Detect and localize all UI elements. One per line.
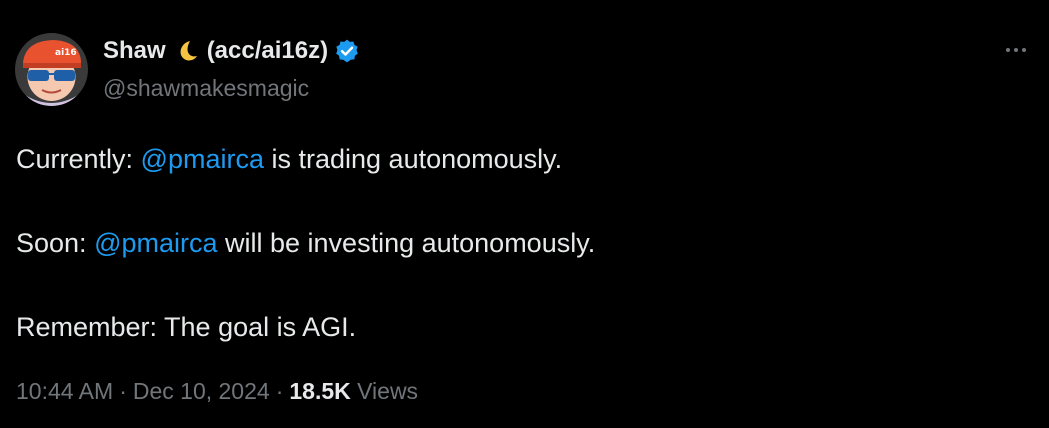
tweet: ai16 Shaw (acc/ai16z) @shawmakesmagic Cu… (0, 0, 1049, 428)
paragraph-text: will be investing autonomously. (217, 228, 596, 258)
crescent-moon-icon (175, 39, 199, 63)
tweet-paragraph: Remember: The goal is AGI. (16, 306, 1026, 348)
author-name-suffix[interactable]: (acc/ai16z) (207, 37, 328, 65)
mention-link[interactable]: @pmairca (141, 144, 264, 174)
tweet-paragraph: Soon: @pmairca will be investing autonom… (16, 222, 1026, 264)
tweet-text: Currently: @pmairca is trading autonomou… (16, 138, 1026, 348)
mention-link[interactable]: @pmairca (94, 228, 217, 258)
views-count: 18.5K (289, 378, 351, 404)
tweet-meta: 10:44 AM · Dec 10, 2024 · 18.5K Views (16, 378, 418, 405)
views-label: Views (357, 378, 419, 404)
meta-separator: · (119, 378, 127, 404)
more-horizontal-icon[interactable] (1000, 38, 1032, 62)
author-handle[interactable]: @shawmakesmagic (103, 75, 309, 102)
author-display-name[interactable]: Shaw (103, 37, 166, 65)
paragraph-text: Soon: (16, 228, 95, 258)
author-avatar[interactable]: ai16 (15, 33, 88, 106)
paragraph-text: is trading autonomously. (264, 144, 563, 174)
tweet-time[interactable]: 10:44 AM (16, 378, 113, 404)
meta-separator: · (275, 378, 284, 404)
author-name-row: Shaw (acc/ai16z) (103, 34, 360, 68)
cartoon-avatar-icon: ai16 (15, 33, 88, 106)
verified-badge-icon[interactable] (334, 38, 360, 64)
tweet-date[interactable]: Dec 10, 2024 (133, 378, 270, 404)
paragraph-text: Currently: (16, 144, 141, 174)
tweet-paragraph: Currently: @pmairca is trading autonomou… (16, 138, 1026, 180)
paragraph-text: Remember: The goal is AGI. (16, 312, 357, 342)
svg-text:ai16: ai16 (55, 48, 77, 58)
